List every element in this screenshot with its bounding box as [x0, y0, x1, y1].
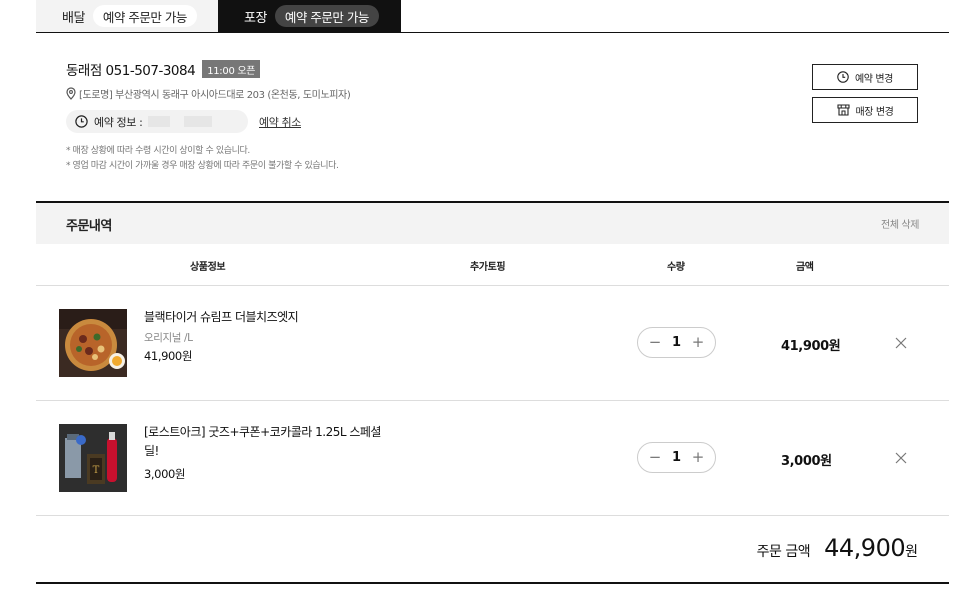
- remove-item-icon[interactable]: [894, 451, 908, 465]
- store-icon: [836, 104, 850, 116]
- column-header-product: 상품정보: [190, 262, 226, 273]
- column-header-topping: 추가토핑: [470, 262, 506, 273]
- order-header: 주문내역 전체 삭제: [36, 203, 949, 244]
- quantity-stepper: − 1 +: [637, 442, 716, 473]
- product-name: [로스트아크] 굿즈+쿠폰+코카콜라 1.25L 스페셜 딜!: [144, 425, 381, 458]
- note-line: * 매장 상황에 따라 수령 시간이 상이할 수 있습니다.: [66, 146, 250, 156]
- total-label: 주문 금액: [756, 544, 811, 560]
- product-price: 41,900원: [144, 349, 193, 363]
- decrease-button[interactable]: −: [648, 450, 662, 465]
- tab-takeout-pill: 예약 주문만 가능: [274, 5, 379, 27]
- cart-item: 블랙타이거 슈림프 더블치즈엣지 오리지널 /L 41,900원 − 1 + 4…: [36, 286, 949, 401]
- tab-divider: [36, 32, 949, 33]
- item-amount: 3,000원: [781, 454, 832, 469]
- change-store-button[interactable]: 매장 변경: [812, 97, 918, 123]
- open-time-badge: 11:00 오픈: [202, 60, 261, 78]
- cart-item: T [로스트아크] 굿즈+쿠폰+코카콜라 1.25L 스페셜 딜! 3,000원…: [36, 401, 949, 516]
- order-title: 주문내역: [66, 219, 112, 234]
- product-thumbnail: [59, 309, 127, 377]
- remove-item-icon[interactable]: [894, 336, 908, 350]
- reservation-redacted: [148, 116, 171, 127]
- tab-takeout-label: 포장: [244, 10, 267, 26]
- item-amount: 41,900원: [781, 339, 841, 354]
- tab-takeout[interactable]: 포장 예약 주문만 가능: [218, 0, 401, 32]
- svg-text:T: T: [93, 465, 100, 476]
- quantity-value: 1: [671, 450, 682, 465]
- row-divider: [36, 515, 949, 516]
- product-thumbnail: T: [59, 424, 127, 492]
- address-text: [도로명] 부산광역시 동래구 아시아드대로 203 (온천동, 도미노피자): [79, 90, 351, 101]
- increase-button[interactable]: +: [691, 450, 705, 465]
- quantity-stepper: − 1 +: [637, 327, 716, 358]
- reservation-label: 예약 정보 :: [94, 115, 143, 129]
- product-option: 오리지널 /L: [144, 332, 193, 344]
- goods-image: T: [59, 424, 127, 492]
- store-info: 동래점 051-507-3084 11:00 오픈 [도로명] 부산광역시 동래…: [66, 58, 926, 171]
- total-unit: 원: [905, 544, 918, 560]
- change-store-label: 매장 변경: [855, 106, 894, 118]
- location-pin-icon: [66, 87, 76, 100]
- store-name: 동래점 051-507-3084: [66, 63, 196, 79]
- pizza-image: [59, 309, 127, 377]
- quantity-value: 1: [671, 335, 682, 350]
- product-name: 블랙타이거 슈림프 더블치즈엣지: [144, 310, 299, 324]
- cancel-reservation-link[interactable]: 예약 취소: [259, 114, 301, 130]
- increase-button[interactable]: +: [691, 335, 705, 350]
- bottom-divider: [36, 582, 949, 584]
- clock-icon: [837, 71, 849, 83]
- order-total: 주문 금액 44,900 원: [757, 534, 918, 562]
- column-header-qty: 수량: [667, 262, 685, 273]
- total-value: 44,900: [824, 534, 906, 562]
- column-header-amount: 금액: [796, 262, 814, 273]
- clock-icon: [75, 115, 88, 128]
- decrease-button[interactable]: −: [648, 335, 662, 350]
- store-address: [도로명] 부산광역시 동래구 아시아드대로 203 (온천동, 도미노피자): [66, 86, 351, 101]
- reservation-redacted: [184, 116, 213, 127]
- change-reservation-button[interactable]: 예약 변경: [812, 64, 918, 90]
- tab-delivery[interactable]: 배달 예약 주문만 가능: [36, 0, 218, 32]
- note-line: * 영업 마감 시간이 가까울 경우 매장 상황에 따라 주문이 불가할 수 있…: [66, 161, 339, 171]
- reservation-row: 예약 정보 : 예약 취소: [66, 110, 301, 133]
- reservation-info: 예약 정보 :: [66, 110, 248, 133]
- order-type-tabs: 배달 예약 주문만 가능 포장 예약 주문만 가능: [36, 0, 401, 32]
- tab-delivery-pill: 예약 주문만 가능: [92, 5, 197, 27]
- store-notes: * 매장 상황에 따라 수령 시간이 상이할 수 있습니다. * 영업 마감 시…: [66, 144, 339, 174]
- product-price: 3,000원: [144, 467, 186, 481]
- change-reservation-label: 예약 변경: [855, 73, 893, 85]
- delete-all-button[interactable]: 전체 삭제: [881, 216, 919, 231]
- tab-delivery-label: 배달: [62, 10, 85, 26]
